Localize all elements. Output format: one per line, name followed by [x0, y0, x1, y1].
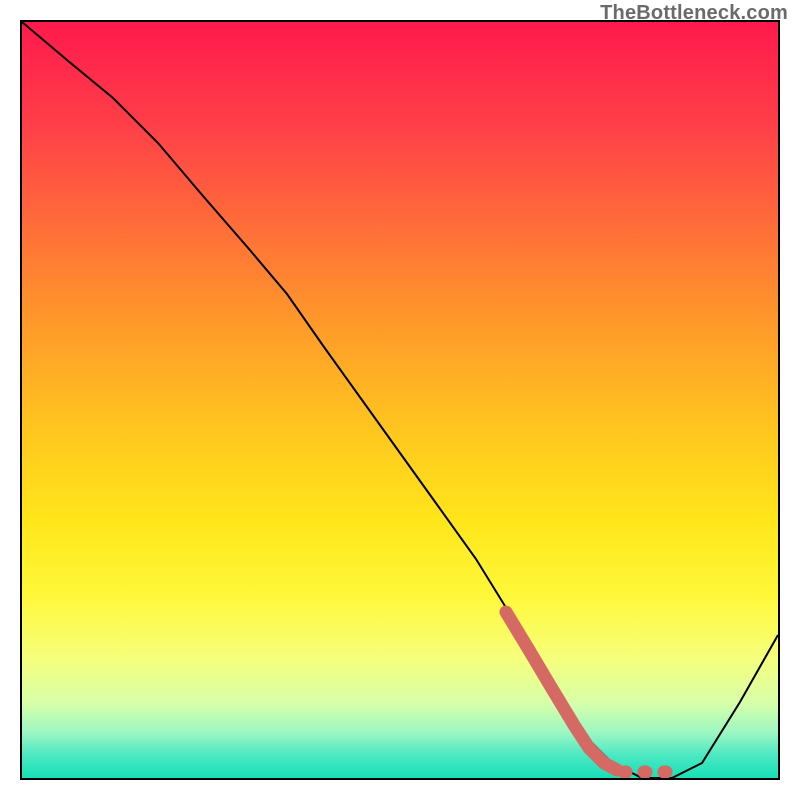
plot-area: [20, 20, 780, 780]
highlight-segment-solid: [506, 612, 617, 770]
chart-svg: [22, 22, 778, 778]
main-curve: [22, 22, 778, 778]
chart-container: TheBottleneck.com: [0, 0, 800, 800]
